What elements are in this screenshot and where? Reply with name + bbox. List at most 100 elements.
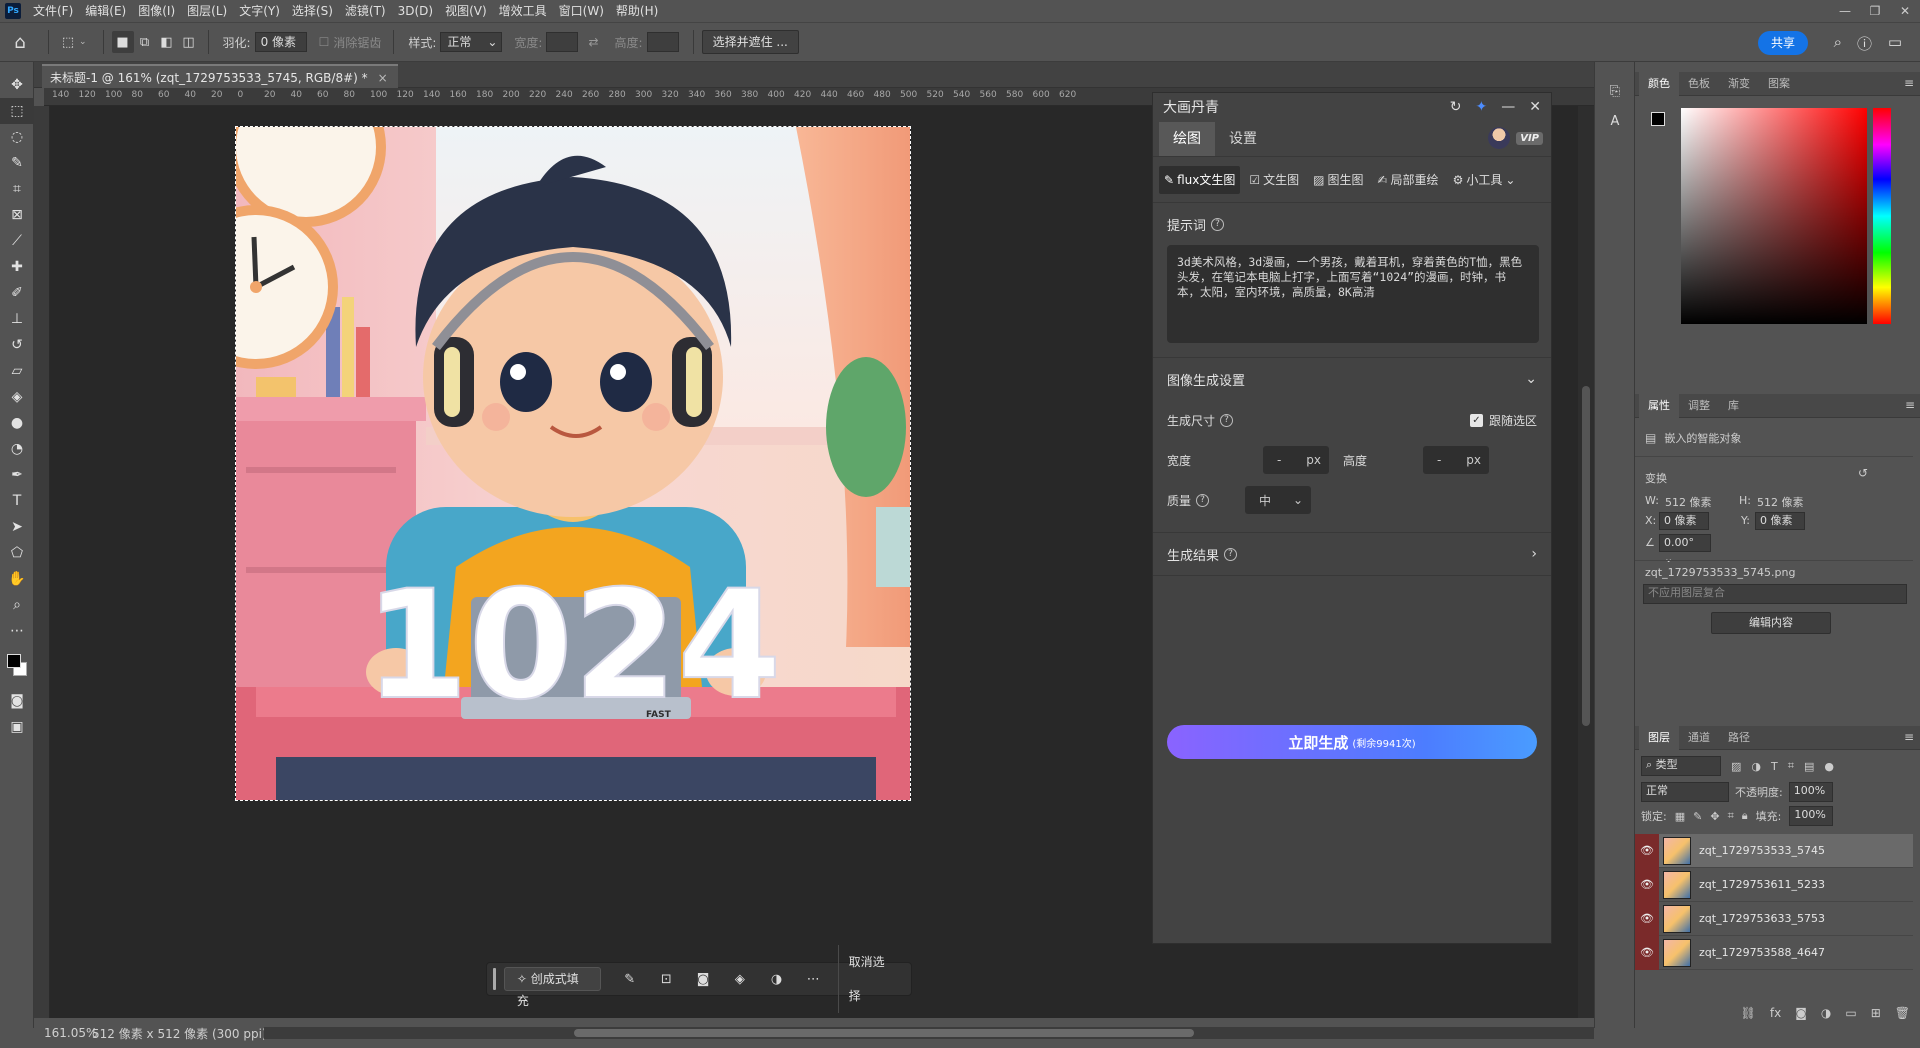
lasso-tool-icon[interactable]: ◌ xyxy=(0,124,34,150)
add-mask-icon[interactable]: ◙ xyxy=(1795,1006,1807,1020)
home-icon[interactable]: ⌂ xyxy=(0,32,40,53)
select-and-mask-button[interactable]: 选择并遮住 ... xyxy=(701,30,799,54)
add-selection-icon[interactable]: ⧉ xyxy=(134,31,156,53)
refresh-icon[interactable]: ↻ xyxy=(1450,99,1462,115)
w-value[interactable]: 512 像素 xyxy=(1665,494,1712,510)
lock-transparent-icon[interactable]: ▦ xyxy=(1675,810,1685,823)
feather-input[interactable]: 0 像素 xyxy=(254,32,307,52)
menu-edit[interactable]: 编辑(E) xyxy=(79,0,132,22)
tab-libraries[interactable]: 库 xyxy=(1719,394,1748,418)
history-brush-tool-icon[interactable]: ↺ xyxy=(0,332,34,358)
tab-properties[interactable]: 属性 xyxy=(1639,393,1679,418)
character-icon[interactable]: A xyxy=(1595,106,1635,136)
marquee-preset-icon[interactable]: ⬚ xyxy=(57,31,79,53)
lock-pixels-icon[interactable]: ✎ xyxy=(1693,810,1702,823)
close-icon[interactable]: × xyxy=(378,71,388,85)
layer-style-icon[interactable]: fx xyxy=(1770,1006,1781,1020)
tab-settings[interactable]: 设置 xyxy=(1215,122,1271,156)
height-input[interactable]: - px xyxy=(1423,446,1489,474)
new-layer-icon[interactable]: ⊞ xyxy=(1871,1006,1881,1020)
intersect-selection-icon[interactable]: ◫ xyxy=(178,31,200,53)
tab-color[interactable]: 颜色 xyxy=(1639,71,1679,96)
menu-3d[interactable]: 3D(D) xyxy=(392,0,439,22)
mask-icon[interactable]: ◙ xyxy=(685,972,722,987)
workspace-icon[interactable]: ▭ xyxy=(1888,33,1902,51)
new-selection-icon[interactable]: ■ xyxy=(111,31,134,53)
layer-comp-select[interactable]: 不应用图层复合 xyxy=(1643,584,1907,604)
canvas-vertical-scrollbar[interactable] xyxy=(1578,106,1594,1018)
drag-handle[interactable] xyxy=(493,968,496,990)
help-icon[interactable]: ? xyxy=(1224,547,1238,561)
invert-selection-icon[interactable]: ⊡ xyxy=(648,972,685,987)
follow-selection-checkbox[interactable]: ✓ xyxy=(1469,413,1483,427)
zoom-tool-icon[interactable]: ⌕ xyxy=(0,592,34,618)
menu-image[interactable]: 图像(I) xyxy=(132,0,181,22)
color-picker-field[interactable] xyxy=(1681,108,1867,324)
hand-tool-icon[interactable]: ✋ xyxy=(0,566,34,592)
reset-transform-icon[interactable]: ↺ xyxy=(1858,466,1868,480)
tab-swatches[interactable]: 色板 xyxy=(1679,72,1719,96)
opacity-input[interactable]: 100% xyxy=(1788,782,1833,802)
menu-file[interactable]: 文件(F) xyxy=(27,0,79,22)
style-select[interactable]: 正常 ⌄ xyxy=(440,32,503,52)
width-input[interactable] xyxy=(546,32,579,52)
type-tool-icon[interactable]: T xyxy=(0,488,34,514)
menu-filter[interactable]: 滤镜(T) xyxy=(339,0,392,22)
document-tab[interactable]: 未标题-1 @ 161% (zqt_1729753533_5745, RGB/8… xyxy=(42,64,398,88)
pin-icon[interactable]: ✦ xyxy=(1476,99,1488,115)
y-input[interactable]: 0 像素 xyxy=(1755,512,1805,530)
visibility-eye-icon[interactable]: 👁︎ xyxy=(1635,833,1659,868)
layer-row[interactable]: 👁︎ zqt_1729753533_5745 xyxy=(1635,833,1913,868)
close-icon[interactable]: ✕ xyxy=(1529,99,1541,115)
blend-mode-select[interactable]: 正常 xyxy=(1641,782,1729,802)
filter-toggle-icon[interactable]: ● xyxy=(1824,760,1834,773)
restore-icon[interactable]: ❐ xyxy=(1860,0,1890,22)
smart-filter-icon[interactable]: ▤ xyxy=(1804,760,1814,773)
menu-view[interactable]: 视图(V) xyxy=(439,0,493,22)
help-icon[interactable]: ⓘ xyxy=(1857,33,1872,54)
tab-channels[interactable]: 通道 xyxy=(1679,726,1719,750)
avatar[interactable] xyxy=(1488,127,1511,149)
share-button[interactable]: 共享 xyxy=(1758,31,1808,55)
close-icon[interactable]: ✕ xyxy=(1890,0,1920,22)
mode-image-to-image[interactable]: ▨ 图生图 xyxy=(1308,166,1368,194)
eraser-tool-icon[interactable]: ▱ xyxy=(0,358,34,384)
tab-gradients[interactable]: 渐变 xyxy=(1719,72,1759,96)
minimize-icon[interactable]: — xyxy=(1501,99,1515,115)
help-icon[interactable]: ? xyxy=(1196,493,1210,507)
menu-help[interactable]: 帮助(H) xyxy=(610,0,664,22)
shape-tool-icon[interactable]: ⬠ xyxy=(0,540,34,566)
chevron-down-icon[interactable]: ⌄ xyxy=(79,37,87,47)
tab-adjustments[interactable]: 调整 xyxy=(1679,394,1719,418)
menu-type[interactable]: 文字(Y) xyxy=(233,0,286,22)
mode-tools[interactable]: ⚙ 小工具 ⌄ xyxy=(1448,166,1521,194)
adjustment-filter-icon[interactable]: ◑ xyxy=(1751,760,1761,773)
visibility-eye-icon[interactable]: 👁︎ xyxy=(1635,901,1659,936)
help-icon[interactable]: ? xyxy=(1211,217,1225,231)
link-layers-icon[interactable]: ⛓︎ xyxy=(1741,1006,1756,1020)
vertical-ruler[interactable] xyxy=(34,106,50,1018)
foreground-color-swatch[interactable] xyxy=(7,654,21,668)
eyedropper-tool-icon[interactable]: ⟋ xyxy=(0,228,34,254)
swap-icon[interactable]: ⇄ xyxy=(588,35,598,49)
canvas-image[interactable]: FAST 1024 xyxy=(235,126,911,801)
chevron-down-icon[interactable]: ⌄ xyxy=(1525,371,1537,387)
pixel-filter-icon[interactable]: ▨ xyxy=(1731,760,1741,773)
mode-text-to-image[interactable]: ☑ 文生图 xyxy=(1244,166,1304,194)
generative-fill-button[interactable]: ✧ 创成式填充 xyxy=(503,967,602,1008)
quality-select[interactable]: 中 ⌄ xyxy=(1245,486,1312,514)
tab-paths[interactable]: 路径 xyxy=(1719,726,1759,750)
menu-layer[interactable]: 图层(L) xyxy=(181,0,233,22)
help-icon[interactable]: ? xyxy=(1220,413,1234,427)
tab-layers[interactable]: 图层 xyxy=(1639,725,1679,750)
canvas-horizontal-scrollbar[interactable] xyxy=(264,1027,1594,1039)
panel-menu-icon[interactable]: ≡ xyxy=(1905,398,1915,412)
mode-inpaint[interactable]: ✍ 局部重绘 xyxy=(1372,166,1443,194)
fill-input[interactable]: 100% xyxy=(1789,806,1834,826)
lock-position-icon[interactable]: ✥ xyxy=(1710,810,1719,823)
prompt-textarea[interactable]: 3d美术风格，3d漫画，一个男孩，戴着耳机，穿着黄色的T恤，黑色头发，在笔记本电… xyxy=(1167,245,1539,343)
menu-plugins[interactable]: 增效工具 xyxy=(493,0,553,22)
subtract-selection-icon[interactable]: ◧ xyxy=(156,31,178,53)
antialias-checkbox[interactable]: ☐ xyxy=(319,35,330,49)
brush-tool-icon[interactable]: ✐ xyxy=(0,280,34,306)
